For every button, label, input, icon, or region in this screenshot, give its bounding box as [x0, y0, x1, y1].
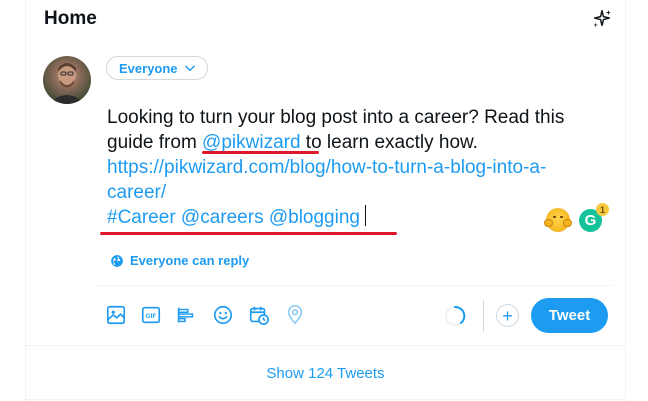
divider [97, 285, 612, 286]
compose-text: to learn exactly how. [300, 132, 478, 153]
toolbar-separator [483, 300, 484, 332]
annotation-underline-tags [100, 232, 397, 235]
annotation-underline-mention [202, 151, 319, 154]
page-title: Home [44, 8, 97, 29]
hashtags-mentions[interactable]: #Career @careers @blogging [107, 207, 360, 228]
text-caret [364, 205, 366, 226]
schedule-icon[interactable] [248, 304, 270, 326]
poll-icon[interactable] [175, 304, 197, 326]
grammarly-badge: 1 [596, 203, 609, 216]
compose-text: guide from [107, 132, 203, 153]
media-icon[interactable] [105, 304, 127, 326]
tweet-compose-input[interactable]: Looking to turn your blog post into a ca… [107, 105, 565, 230]
emoji-icon[interactable] [212, 304, 234, 326]
show-new-tweets-button[interactable]: Show 124 Tweets [26, 346, 625, 401]
reply-setting-label: Everyone can reply [130, 253, 250, 268]
location-icon[interactable] [284, 304, 306, 326]
svg-text:GIF: GIF [146, 313, 157, 320]
audience-label: Everyone [119, 60, 178, 76]
reply-setting-button[interactable]: Everyone can reply [110, 253, 249, 268]
add-tweet-button[interactable]: + [496, 304, 519, 327]
avatar[interactable] [43, 56, 91, 104]
header: Home [26, 0, 625, 40]
emoji-hand-right [563, 219, 572, 227]
globe-icon [111, 254, 123, 267]
chevron-down-icon [184, 65, 195, 72]
character-count-progress [445, 305, 466, 326]
gif-icon[interactable]: GIF [140, 304, 162, 326]
url-link-line-2[interactable]: career/ [107, 180, 527, 205]
home-column: Home Everyone Looking to turn your blog … [25, 0, 626, 401]
emoji-hand-left [544, 219, 553, 227]
compose-line-1: Looking to turn your blog post into a ca… [107, 107, 565, 128]
mention-pikwizard[interactable]: @pikwizard [202, 132, 300, 153]
audience-selector[interactable]: Everyone [106, 56, 208, 80]
url-link-line-1[interactable]: https://pikwizard.com/blog/how-to-turn-a… [107, 155, 546, 180]
divider [26, 399, 625, 400]
tweet-button[interactable]: Tweet [531, 298, 608, 333]
sparkle-icon[interactable] [591, 8, 613, 30]
compose-line-5: #Career @careers @blogging [107, 205, 527, 230]
